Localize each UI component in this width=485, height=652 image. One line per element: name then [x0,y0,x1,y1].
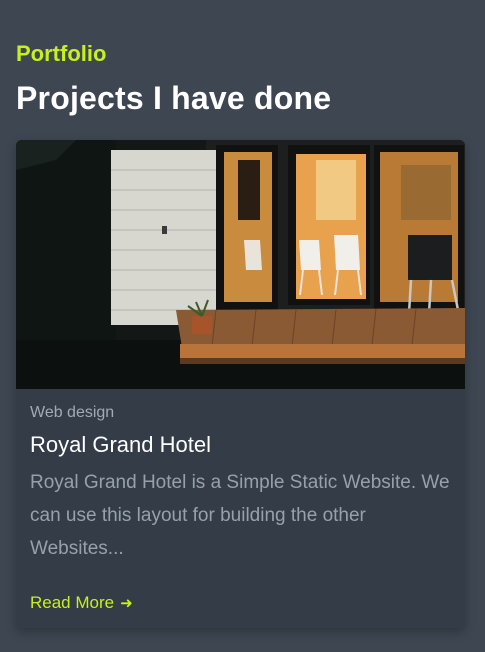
portfolio-section: Portfolio Projects I have done Web desig… [0,0,485,652]
read-more-label: Read More [30,593,115,612]
section-eyebrow: Portfolio [16,41,107,66]
section-heading: Projects I have done [16,80,332,116]
read-more-link[interactable]: Read More ➜ [30,591,133,616]
project-category: Web design [30,404,115,421]
project-description: Royal Grand Hotel is a Simple Static Web… [30,472,450,559]
arrow-right-icon: ➜ [120,595,133,612]
project-title: Royal Grand Hotel [30,432,211,457]
project-thumbnail [16,140,465,389]
project-card: Web design Royal Grand Hotel Royal Grand… [16,140,465,628]
